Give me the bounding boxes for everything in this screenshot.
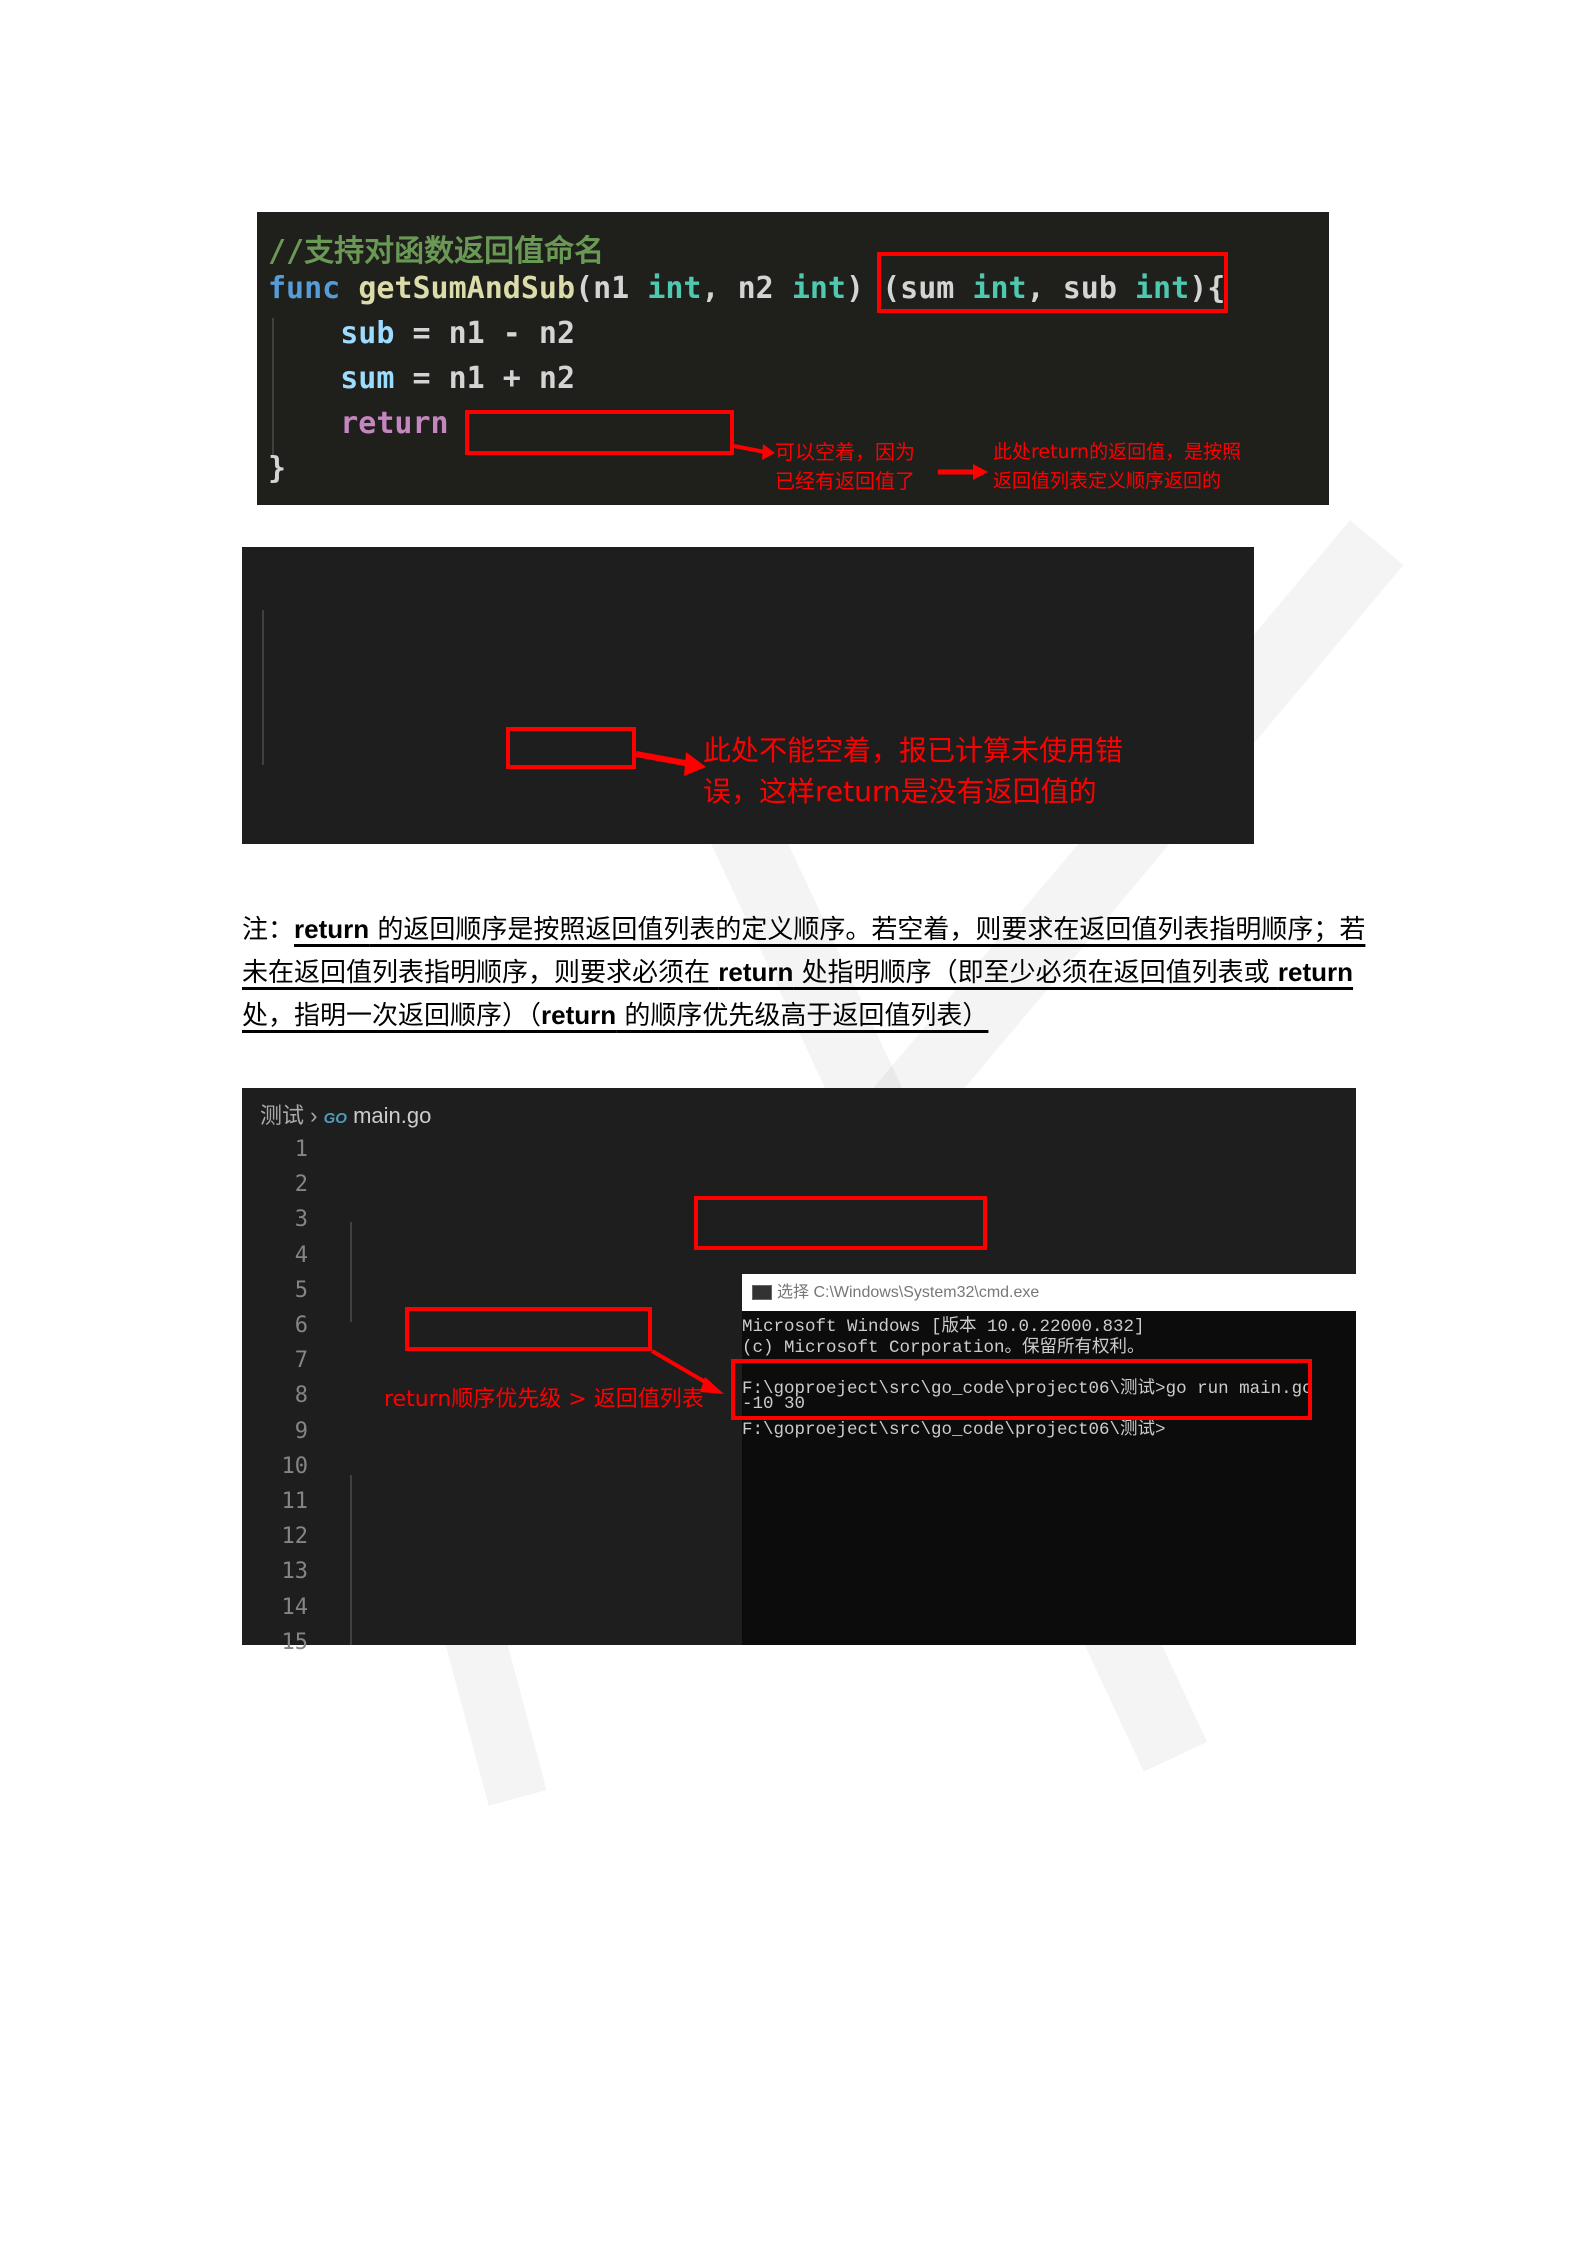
line-number: 3 bbox=[294, 1207, 308, 1233]
line-number: 1 bbox=[294, 1137, 308, 1162]
line-number: 2 bbox=[294, 1172, 308, 1198]
line-number: 5 bbox=[294, 1277, 308, 1303]
line-number: 8 bbox=[294, 1383, 308, 1409]
annotation-priority: return顺序优先级 > 返回值列表 bbox=[384, 1387, 704, 1412]
line-number: 15 bbox=[281, 1629, 309, 1655]
line-number: 11 bbox=[281, 1489, 309, 1514]
line-number: 6 bbox=[294, 1313, 308, 1338]
line-number: 9 bbox=[294, 1418, 308, 1444]
line-number: 13 bbox=[281, 1559, 309, 1585]
line-number: 12 bbox=[281, 1524, 309, 1550]
line-number: 14 bbox=[281, 1594, 309, 1620]
line-number: 10 bbox=[281, 1453, 309, 1479]
line-number: 4 bbox=[294, 1242, 308, 1268]
document-page: //支持对函数返回值命名 func getSumAndSub(n1 int, n2… bbox=[0, 0, 1587, 2245]
arrow-block3 bbox=[650, 1349, 724, 1394]
line-number: 7 bbox=[294, 1348, 308, 1374]
